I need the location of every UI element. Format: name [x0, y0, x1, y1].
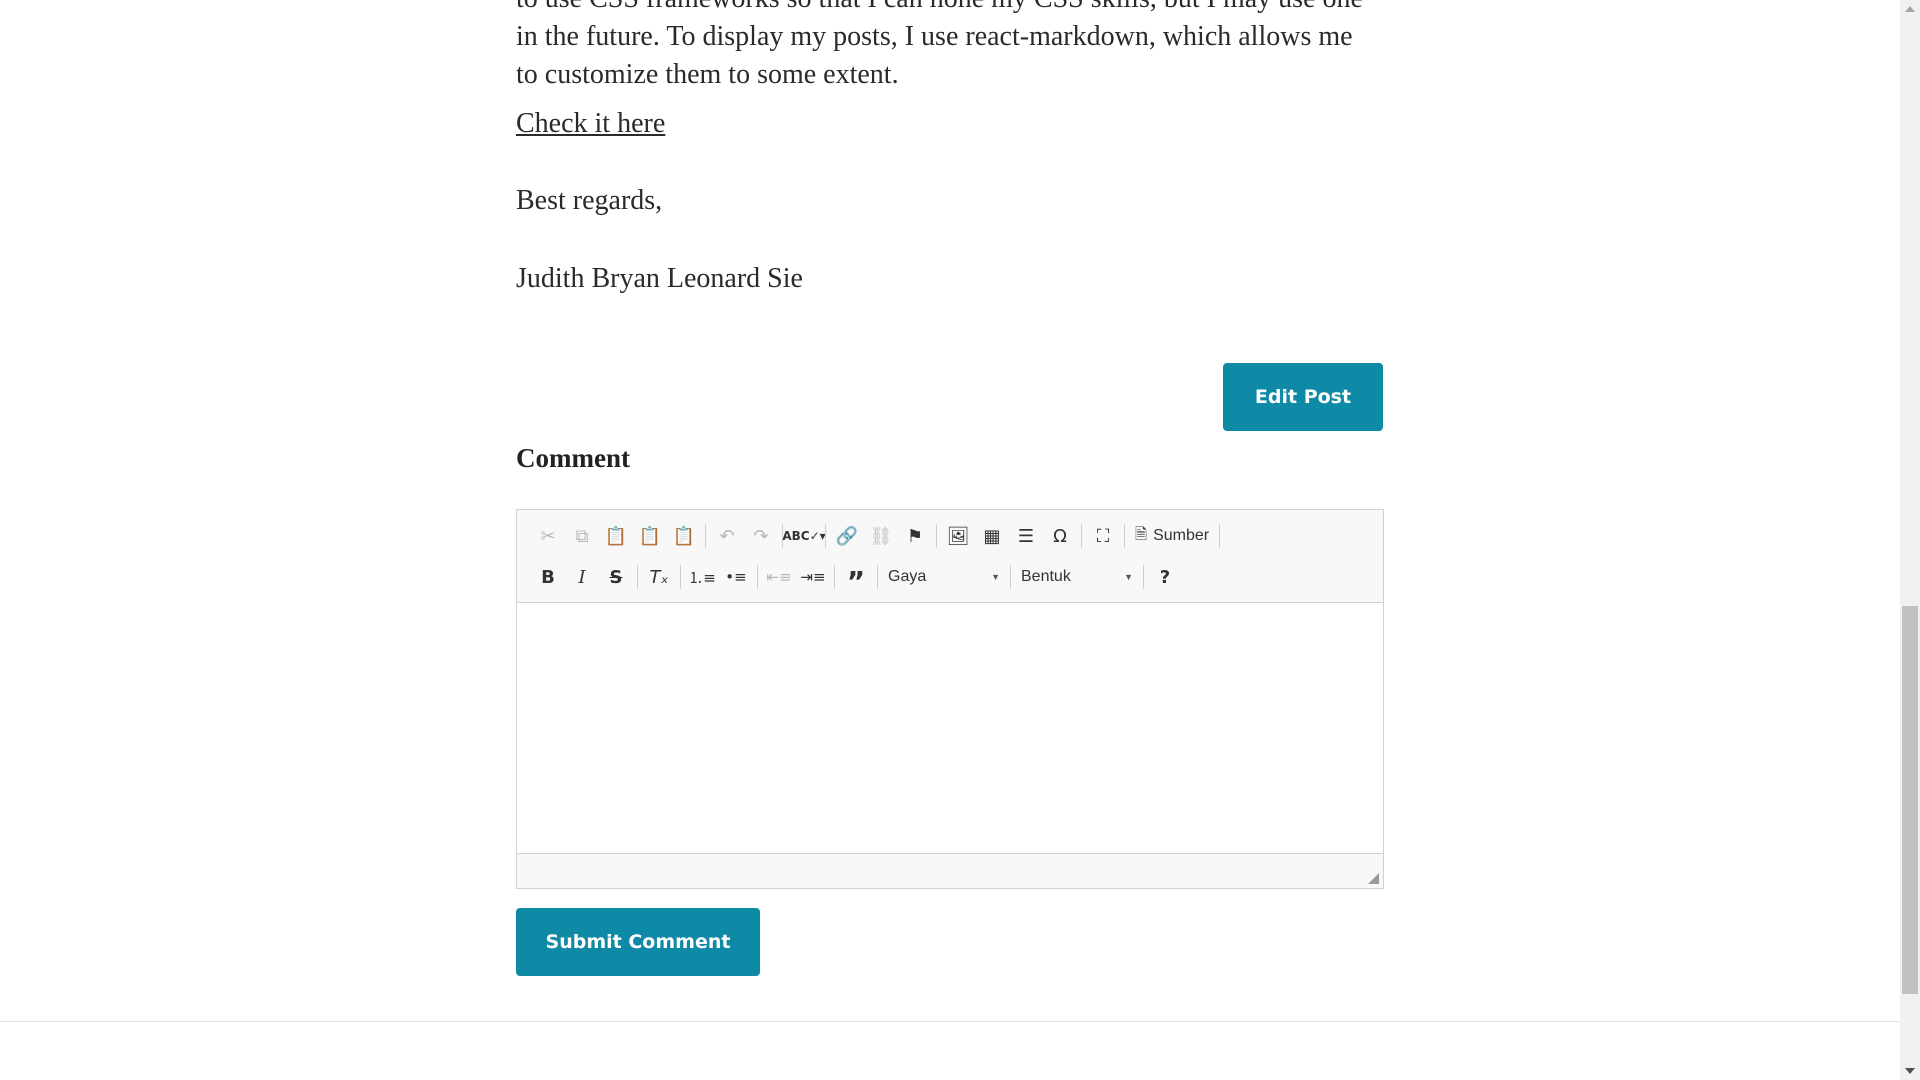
resize-handle-icon[interactable] [1368, 873, 1379, 884]
source-label: Sumber [1153, 527, 1210, 544]
remove-format-icon[interactable]: Tₓ [642, 562, 676, 592]
strike-icon[interactable]: S [599, 562, 633, 592]
toolbar-separator [1124, 524, 1125, 548]
maximize-icon[interactable]: ⛶ [1086, 521, 1120, 551]
horizontal-line-icon[interactable]: ☰ [1009, 521, 1043, 551]
toolbar-separator [825, 524, 826, 548]
help-icon[interactable]: ? [1148, 562, 1182, 592]
format-dropdown[interactable]: Bentuk ▼ [1015, 562, 1139, 592]
chevron-down-icon: ▼ [1124, 572, 1133, 582]
footer-divider [0, 1021, 1900, 1022]
toolbar-separator [680, 565, 681, 589]
source-icon: 🗎 [1135, 525, 1148, 543]
toolbar-separator [936, 524, 937, 548]
toolbar-separator [1143, 565, 1144, 589]
style-dropdown[interactable]: Gaya ▼ [882, 562, 1006, 592]
vertical-scrollbar[interactable] [1900, 0, 1920, 1080]
edit-post-button[interactable]: Edit Post [1223, 363, 1383, 431]
outdent-icon[interactable]: ⇤≡ [762, 562, 796, 592]
special-char-icon[interactable]: Ω [1043, 521, 1077, 551]
bold-icon[interactable]: B [531, 562, 565, 592]
copy-icon[interactable]: ⧉ [565, 521, 599, 551]
redo-icon[interactable]: ↷ [744, 521, 778, 551]
numbered-list-icon[interactable]: ⒈≡ [685, 562, 719, 592]
toolbar-separator [877, 565, 878, 589]
toolbar-separator [1010, 565, 1011, 589]
check-it-here-link[interactable]: Check it here [516, 108, 665, 140]
regards-text: Best regards, [516, 185, 663, 216]
toolbar-row: ✂ ⧉ 📋 📋 📋 ↶ ↷ ABC✓▾ 🔗 ⛓ ⚑ 🖼 ▦ ☰ Ω ⛶ 🗎 Su… [531, 520, 1224, 552]
anchor-icon[interactable]: ⚑ [898, 521, 932, 551]
image-icon[interactable]: 🖼 [941, 521, 975, 551]
toolbar-separator [637, 565, 638, 589]
italic-icon[interactable]: I [565, 562, 599, 592]
cut-icon[interactable]: ✂ [531, 521, 565, 551]
paste-word-icon[interactable]: 📋 [667, 521, 701, 551]
toolbar-row: B I S Tₓ ⒈≡ •≡ ⇤≡ ⇥≡ ” Gaya ▼ Bentuk ▼ ? [531, 561, 1182, 596]
comment-text-area[interactable] [517, 603, 1383, 854]
toolbar-separator [705, 524, 706, 548]
toolbar-separator [834, 565, 835, 589]
link-icon[interactable]: 🔗 [830, 521, 864, 551]
bulleted-list-icon[interactable]: •≡ [719, 562, 753, 592]
paragraph-line: in the future. To display my posts, I us… [516, 21, 1353, 52]
scrollbar-thumb[interactable] [1902, 606, 1918, 994]
toolbar-separator [1219, 524, 1221, 548]
paragraph-line: to use CSS frameworks so that I can hone… [516, 0, 1363, 14]
submit-comment-button[interactable]: Submit Comment [516, 908, 760, 976]
comment-heading: Comment [516, 443, 630, 473]
table-icon[interactable]: ▦ [975, 521, 1009, 551]
format-dropdown-value: Bentuk [1021, 568, 1071, 585]
undo-icon[interactable]: ↶ [710, 521, 744, 551]
indent-icon[interactable]: ⇥≡ [796, 562, 830, 592]
spellcheck-icon[interactable]: ABC✓▾ [782, 521, 825, 551]
paste-text-icon[interactable]: 📋 [633, 521, 667, 551]
chevron-down-icon: ▼ [991, 572, 1000, 582]
source-button[interactable]: 🗎 Sumber [1129, 521, 1215, 551]
post-paragraph: to use CSS frameworks so that I can hone… [516, 0, 1384, 94]
paste-icon[interactable]: 📋 [599, 521, 633, 551]
scroll-down-icon[interactable] [1905, 1068, 1915, 1074]
signature-text: Judith Bryan Leonard Sie [516, 263, 803, 294]
comment-editor: ✂ ⧉ 📋 📋 📋 ↶ ↷ ABC✓▾ 🔗 ⛓ ⚑ 🖼 ▦ ☰ Ω ⛶ 🗎 Su… [516, 509, 1384, 889]
toolbar-separator [1081, 524, 1082, 548]
paragraph-line: to customize them to some extent. [516, 59, 899, 90]
editor-toolbar: ✂ ⧉ 📋 📋 📋 ↶ ↷ ABC✓▾ 🔗 ⛓ ⚑ 🖼 ▦ ☰ Ω ⛶ 🗎 Su… [517, 510, 1383, 603]
unlink-icon[interactable]: ⛓ [864, 521, 898, 551]
blockquote-icon[interactable]: ” [839, 557, 873, 597]
page: to use CSS frameworks so that I can hone… [0, 0, 1900, 1080]
toolbar-separator [757, 565, 758, 589]
scroll-up-icon[interactable] [1905, 6, 1915, 12]
style-dropdown-value: Gaya [888, 568, 927, 585]
post-content: to use CSS frameworks so that I can hone… [516, 0, 1384, 976]
